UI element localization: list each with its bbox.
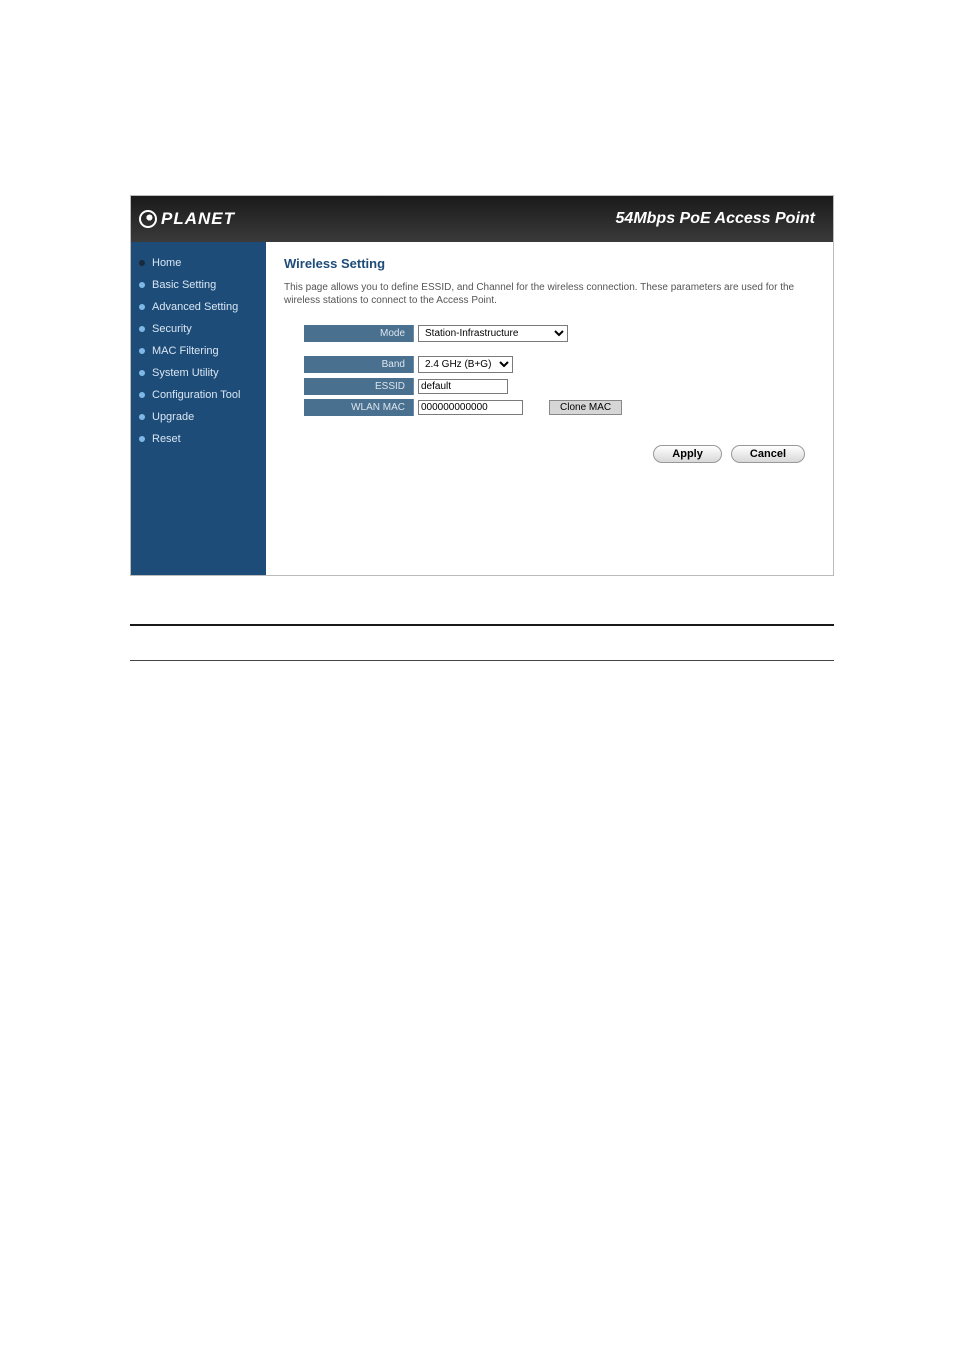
sidebar-item-home[interactable]: Home bbox=[131, 252, 266, 274]
sidebar-item-label: Advanced Setting bbox=[152, 301, 238, 313]
product-title: 54Mbps PoE Access Point bbox=[616, 210, 815, 228]
sidebar-item-configuration-tool[interactable]: Configuration Tool bbox=[131, 384, 266, 406]
sidebar-item-label: Reset bbox=[152, 433, 181, 445]
bullet-icon bbox=[139, 348, 145, 354]
wireless-form: Mode Station-Infrastructure Band 2.4 GHz… bbox=[304, 323, 815, 417]
bullet-icon bbox=[139, 436, 145, 442]
header-bar: PLANET 54Mbps PoE Access Point bbox=[131, 196, 833, 242]
sidebar-item-basic-setting[interactable]: Basic Setting bbox=[131, 274, 266, 296]
wlanmac-input[interactable] bbox=[418, 400, 523, 415]
horizontal-rule bbox=[130, 660, 834, 661]
bullet-icon bbox=[139, 392, 145, 398]
sidebar-item-label: Security bbox=[152, 323, 192, 335]
sidebar-nav: Home Basic Setting Advanced Setting Secu… bbox=[131, 242, 266, 575]
globe-icon bbox=[139, 210, 157, 228]
sidebar-item-label: Upgrade bbox=[152, 411, 194, 423]
sidebar-item-advanced-setting[interactable]: Advanced Setting bbox=[131, 296, 266, 318]
brand-name: PLANET bbox=[161, 209, 235, 229]
bullet-icon bbox=[139, 260, 145, 266]
sidebar-item-label: MAC Filtering bbox=[152, 345, 219, 357]
sidebar-item-system-utility[interactable]: System Utility bbox=[131, 362, 266, 384]
sidebar-item-label: Configuration Tool bbox=[152, 389, 240, 401]
bullet-icon bbox=[139, 304, 145, 310]
page-description: This page allows you to define ESSID, an… bbox=[284, 281, 815, 307]
bullet-icon bbox=[139, 414, 145, 420]
clone-mac-button[interactable]: Clone MAC bbox=[549, 400, 622, 415]
sidebar-item-label: Basic Setting bbox=[152, 279, 216, 291]
bullet-icon bbox=[139, 326, 145, 332]
sidebar-item-upgrade[interactable]: Upgrade bbox=[131, 406, 266, 428]
sidebar-item-mac-filtering[interactable]: MAC Filtering bbox=[131, 340, 266, 362]
sidebar-item-label: Home bbox=[152, 257, 181, 269]
essid-input[interactable] bbox=[418, 379, 508, 394]
horizontal-rule bbox=[130, 624, 834, 626]
wlanmac-label: WLAN MAC bbox=[304, 399, 414, 416]
mode-label: Mode bbox=[304, 325, 414, 342]
band-label: Band bbox=[304, 356, 414, 373]
sidebar-item-security[interactable]: Security bbox=[131, 318, 266, 340]
page-title: Wireless Setting bbox=[284, 256, 815, 271]
band-select[interactable]: 2.4 GHz (B+G) bbox=[418, 356, 513, 373]
sidebar-item-label: System Utility bbox=[152, 367, 219, 379]
sidebar-item-reset[interactable]: Reset bbox=[131, 428, 266, 450]
essid-label: ESSID bbox=[304, 378, 414, 395]
apply-button[interactable]: Apply bbox=[653, 445, 722, 463]
cancel-button[interactable]: Cancel bbox=[731, 445, 805, 463]
brand-logo: PLANET bbox=[139, 209, 235, 229]
bullet-icon bbox=[139, 370, 145, 376]
bullet-icon bbox=[139, 282, 145, 288]
mode-select[interactable]: Station-Infrastructure bbox=[418, 325, 568, 342]
